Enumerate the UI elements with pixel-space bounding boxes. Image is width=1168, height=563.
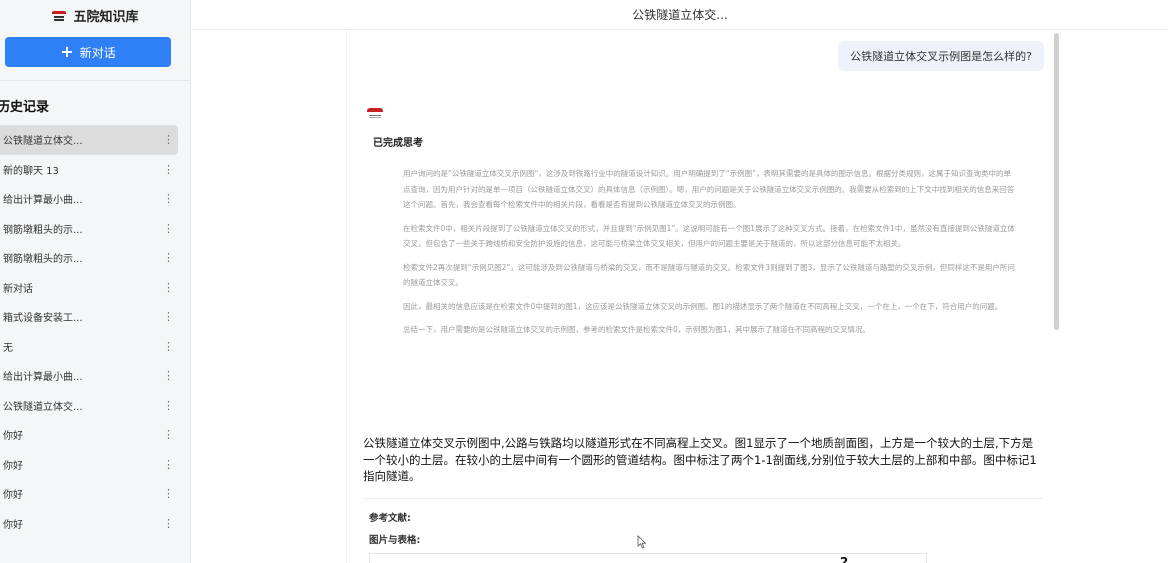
mouse-cursor-icon	[637, 535, 647, 549]
history-item-label: 新对话	[3, 283, 33, 295]
thought-paragraph: 检索文件2再次提到“示例见图2”，这可能涉及到公铁隧道与桥梁的交叉，而不是隧道与…	[403, 262, 1015, 288]
chat-scrollbar[interactable]	[1054, 33, 1059, 330]
history-item[interactable]: 你好 ⋮	[0, 479, 178, 509]
history-item-label: 钢筋墩粗头的示...	[3, 224, 83, 236]
chat-area: 公铁隧道立体交叉示例图是怎么样的? 已完成思考 用户询问的是“公铁隧道立体交叉示…	[346, 31, 1058, 563]
history-item-label: 给出计算最小曲...	[3, 195, 83, 207]
history-item[interactable]: 你好 ⋮	[0, 509, 178, 539]
thinking-content: 用户询问的是“公铁隧道立体交叉示例图”，这涉及到铁路行业中的隧道设计知识。用户明…	[403, 166, 1015, 346]
more-vertical-icon[interactable]: ⋮	[163, 487, 174, 500]
answer-divider	[363, 498, 1043, 499]
figures-label: 图片与表格:	[369, 535, 421, 546]
thought-paragraph: 在检索文件0中，相关片段提到了公铁隧道立体交叉的形式，并且提到“示例见图1”。这…	[403, 223, 1015, 249]
thought-paragraph: 用户询问的是“公铁隧道立体交叉示例图”，这涉及到铁路行业中的隧道设计知识。用户明…	[403, 169, 1015, 209]
history-item-label: 你好	[3, 460, 23, 472]
more-vertical-icon[interactable]: ⋮	[163, 399, 174, 412]
history-item[interactable]: 你好 ⋮	[0, 450, 178, 480]
history-item-label: 你好	[3, 431, 23, 443]
more-vertical-icon[interactable]: ⋮	[163, 251, 174, 264]
history-item-label: 你好	[3, 490, 23, 502]
new-chat-button[interactable]: + 新对话	[5, 37, 171, 67]
more-vertical-icon[interactable]: ⋮	[163, 428, 174, 441]
brand-title: 五院知识库	[73, 9, 139, 25]
history-item[interactable]: 钢筋墩粗头的示... ⋮	[0, 214, 178, 244]
new-chat-label: 新对话	[79, 45, 116, 60]
history-item[interactable]: 新对话 ⋮	[0, 273, 178, 303]
thought-paragraph: 总结一下，用户需要的是公铁隧道立体交叉的示例图，参考的检索文件是检索文件0，示例…	[403, 325, 871, 334]
figure-number: 2	[840, 555, 849, 563]
history-item[interactable]: 你好 ⋮	[0, 420, 178, 450]
more-vertical-icon[interactable]: ⋮	[163, 133, 174, 146]
brand: 五院知识库	[0, 0, 191, 30]
history-item[interactable]: 无 ⋮	[0, 332, 178, 362]
history-item[interactable]: 公铁隧道立体交... ⋮	[0, 125, 178, 155]
history-item-label: 新的聊天 13	[3, 165, 59, 177]
more-vertical-icon[interactable]: ⋮	[163, 163, 174, 176]
user-message: 公铁隧道立体交叉示例图是怎么样的?	[838, 41, 1044, 71]
history-item-label: 钢筋墩粗头的示...	[3, 254, 83, 266]
history-item-label: 公铁隧道立体交...	[3, 136, 83, 148]
more-vertical-icon[interactable]: ⋮	[163, 192, 174, 205]
history-item[interactable]: 公铁隧道立体交... ⋮	[0, 391, 178, 421]
history-item[interactable]: 给出计算最小曲... ⋮	[0, 361, 178, 391]
history-item-label: 无	[3, 342, 13, 354]
history-item[interactable]: 箱式设备安装工... ⋮	[0, 302, 178, 332]
thought-paragraph: 因此，最相关的信息应该是在检索文件0中提到的图1，这应该是公铁隧道立体交叉的示例…	[403, 301, 1003, 311]
history-item-label: 箱式设备安装工...	[3, 313, 83, 325]
history-item[interactable]: 钢筋墩粗头的示... ⋮	[0, 243, 178, 273]
sidebar-divider	[0, 80, 191, 81]
history-item[interactable]: 新的聊天 13 ⋮	[0, 155, 178, 185]
more-vertical-icon[interactable]: ⋮	[163, 340, 174, 353]
more-vertical-icon[interactable]: ⋮	[163, 458, 174, 471]
sidebar: 五院知识库 + 新对话 历史记录 公铁隧道立体交... ⋮ 新的聊天 13 ⋮ 给出…	[0, 0, 191, 563]
thinking-status[interactable]: 已完成思考	[373, 134, 423, 149]
history-item-label: 公铁隧道立体交...	[3, 401, 83, 413]
history-item-label: 你好	[3, 519, 23, 531]
more-vertical-icon[interactable]: ⋮	[163, 281, 174, 294]
history-item-label: 给出计算最小曲...	[3, 372, 83, 384]
more-vertical-icon[interactable]: ⋮	[163, 310, 174, 323]
more-vertical-icon[interactable]: ⋮	[163, 222, 174, 235]
history-heading: 历史记录	[0, 100, 50, 115]
history-list: 公铁隧道立体交... ⋮ 新的聊天 13 ⋮ 给出计算最小曲... ⋮ 钢筋墩粗头的示…	[0, 125, 178, 538]
plus-icon: +	[60, 42, 74, 61]
more-vertical-icon[interactable]: ⋮	[163, 517, 174, 530]
history-item[interactable]: 给出计算最小曲... ⋮	[0, 184, 178, 214]
assistant-answer: 公铁隧道立体交叉示例图中,公路与铁路均以隧道形式在不同高程上交叉。图1显示了一个…	[363, 436, 1037, 483]
bot-avatar-icon	[367, 108, 383, 120]
references-label: 参考文献:	[369, 513, 411, 524]
logo-icon	[52, 10, 67, 21]
conversation-title: 公铁隧道立体交...	[632, 8, 728, 22]
chat-header: 公铁隧道立体交...	[192, 0, 1168, 30]
more-vertical-icon[interactable]: ⋮	[163, 369, 174, 382]
reference-figure[interactable]: 2	[369, 553, 927, 563]
